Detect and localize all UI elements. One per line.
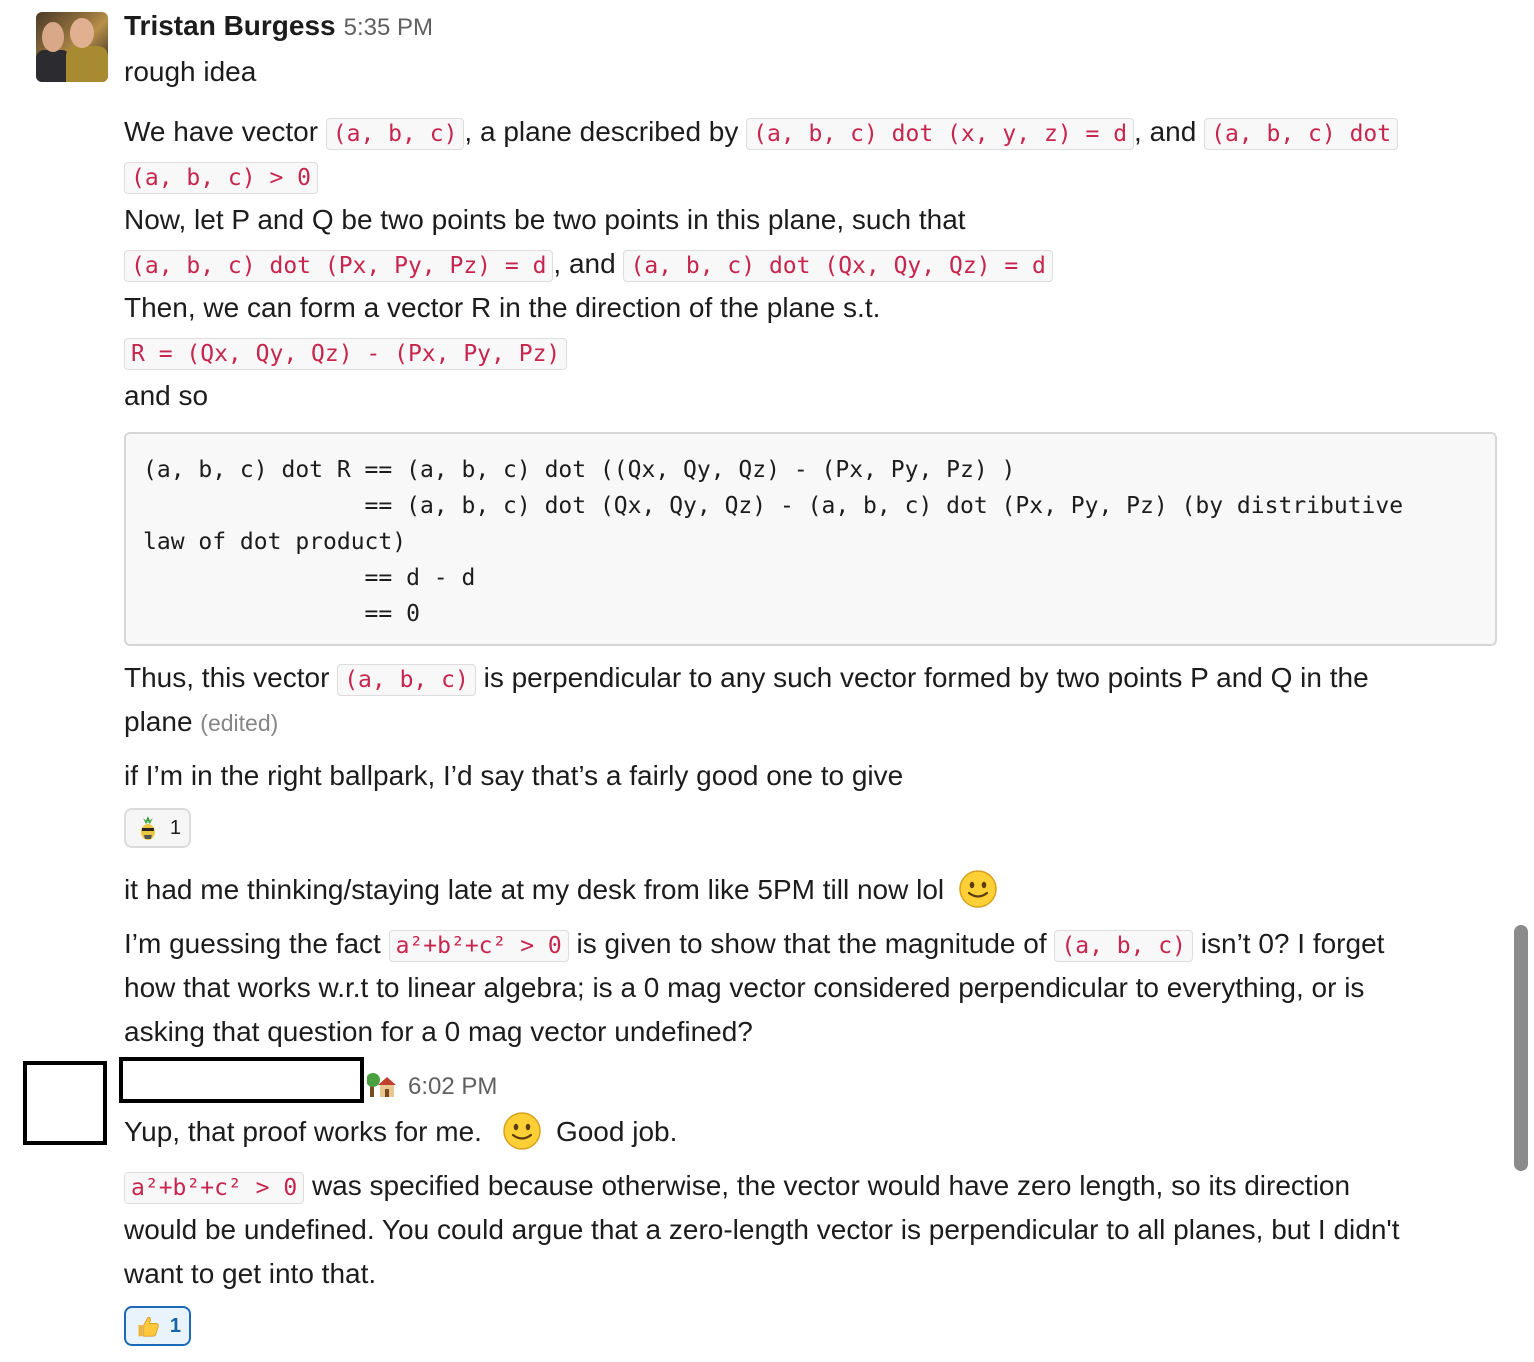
thumbs-up-icon	[138, 1316, 159, 1337]
inline-code: (a, b, c) dot (Qx, Qy, Qz) = d	[623, 250, 1053, 282]
reaction-count: 1	[169, 1314, 181, 1337]
message-text: asking that question for a 0 mag vector …	[124, 1016, 753, 1047]
timestamp[interactable]: 6:02 PM	[408, 1073, 497, 1101]
inline-code: a²+b²+c² > 0	[388, 930, 569, 962]
message-text: if I’m in the right ballpark, I’d say th…	[124, 760, 904, 791]
message-header: Tristan Burgess 5:35 PM	[124, 10, 433, 42]
inline-code: (a, b, c) dot (x, y, z) = d	[746, 118, 1135, 150]
code-block: (a, b, c) dot R == (a, b, c) dot ((Qx, Q…	[124, 432, 1497, 646]
message-text: how that works w.r.t to linear algebra; …	[124, 972, 1365, 1003]
message-text: R = (Qx, Qy, Qz) - (Px, Py, Pz)	[124, 330, 568, 376]
message-text: a²+b²+c² > 0 was specified because other…	[124, 1164, 1350, 1210]
timestamp[interactable]: 5:35 PM	[344, 14, 433, 41]
inline-code: (a, b, c)	[325, 118, 465, 150]
reaction-count: 1	[169, 816, 181, 839]
edited-label: (edited)	[200, 710, 279, 736]
message-text: plane (edited)	[124, 706, 279, 737]
inline-code: a²+b²+c² > 0	[124, 1172, 305, 1204]
smiley-emoji-icon	[959, 869, 997, 908]
house-with-tree-icon	[367, 1073, 396, 1097]
avatar[interactable]	[23, 1061, 107, 1145]
message-text: rough idea	[124, 56, 257, 87]
author-name[interactable]: Tristan Burgess	[124, 10, 336, 41]
inline-code: R = (Qx, Qy, Qz) - (Px, Py, Pz)	[124, 338, 568, 370]
message-text: Thus, this vector (a, b, c) is perpendic…	[124, 656, 1369, 702]
message-text: Then, we can form a vector R in the dire…	[124, 292, 881, 323]
inline-code: (a, b, c)	[337, 664, 476, 696]
message-text: would be undefined. You could argue that…	[124, 1214, 1400, 1245]
message-text: We have vector (a, b, c), a plane descri…	[124, 110, 1399, 156]
message-text: and so	[124, 380, 209, 411]
reaction-thumbs-up[interactable]: 1	[124, 1306, 191, 1346]
message-text: I’m guessing the fact a²+b²+c² > 0 is gi…	[124, 922, 1384, 968]
message-text: want to get into that.	[124, 1258, 377, 1289]
avatar[interactable]	[36, 12, 108, 82]
scrollbar[interactable]	[1514, 925, 1528, 1171]
inline-code: (a, b, c)	[1054, 930, 1193, 962]
message-text: it had me thinking/staying late at my de…	[124, 868, 998, 912]
message-text: Now, let P and Q be two points be two po…	[124, 204, 966, 235]
author-name-redacted[interactable]	[119, 1057, 364, 1103]
message-text: (a, b, c) dot (Px, Py, Pz) = d, and (a, …	[124, 242, 1053, 288]
inline-code: (a, b, c) dot (Px, Py, Pz) = d	[124, 250, 554, 282]
smiley-emoji-icon	[503, 1111, 541, 1150]
reaction-pineapple[interactable]: 1	[124, 808, 191, 848]
pineapple-emoji-icon	[140, 816, 155, 840]
message-text: Yup, that proof works for me. Good job.	[124, 1110, 677, 1154]
message-text: (a, b, c) > 0	[124, 154, 319, 200]
inline-code: (a, b, c) > 0	[124, 162, 319, 194]
inline-code: (a, b, c) dot	[1204, 118, 1399, 150]
